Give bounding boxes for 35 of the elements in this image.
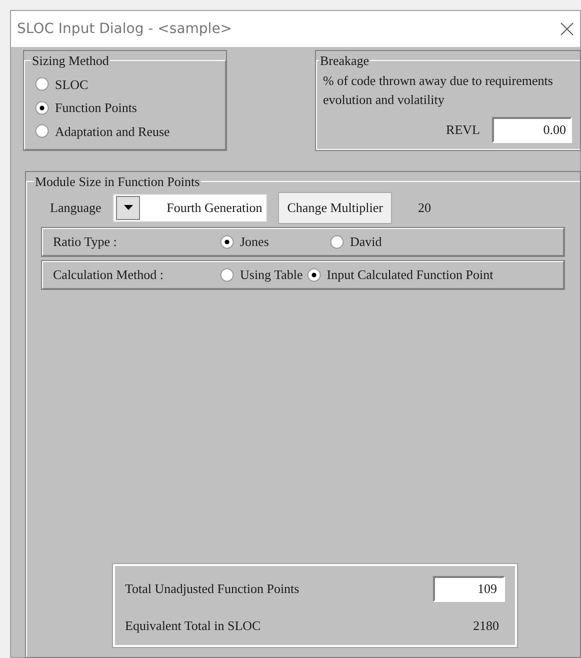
- radio-label[interactable]: Using Table: [240, 264, 303, 284]
- radio-label[interactable]: Adaptation and Reuse: [55, 122, 170, 141]
- radio-button[interactable]: [220, 268, 234, 282]
- radio-button[interactable]: [35, 124, 49, 138]
- radio-label[interactable]: SLOC: [55, 74, 88, 94]
- radio-label[interactable]: Function Points: [55, 98, 137, 118]
- dropdown-value: Fourth Generation: [166, 198, 264, 217]
- radio-button[interactable]: [35, 100, 49, 115]
- field-label: Language: [50, 198, 102, 217]
- row-label: Ratio Type :: [53, 232, 118, 251]
- multiplier-value: 20: [418, 198, 431, 217]
- description-text: % of code thrown away due to requirements evolution and volatility: [323, 72, 554, 108]
- group-title: Sizing Method: [31, 52, 110, 70]
- radio-button[interactable]: [35, 77, 49, 92]
- field-label: REVL: [446, 120, 480, 139]
- field-label: Equivalent Total in SLOC: [125, 616, 261, 635]
- group-title: Module Size in Function Points: [34, 173, 201, 191]
- group-title: Breakage: [319, 52, 370, 70]
- radio-label[interactable]: Jones: [240, 232, 269, 252]
- window-title: SLOC Input Dialog - <sample>: [17, 20, 232, 38]
- caret-icon: [124, 205, 133, 210]
- radio-label[interactable]: Input Calculated Function Point: [326, 264, 494, 284]
- language-dropdown[interactable]: Fourth Generation: [113, 194, 268, 222]
- change-multiplier-button[interactable]: Change Multiplier: [278, 192, 392, 224]
- close-icon[interactable]: [560, 22, 574, 36]
- equivalent-value: 2180: [473, 616, 499, 635]
- row-label: Calculation Method :: [53, 266, 164, 284]
- radio-button[interactable]: [306, 268, 321, 282]
- radio-label[interactable]: David: [350, 232, 382, 252]
- radio-button[interactable]: [330, 234, 344, 248]
- dropdown-button[interactable]: [116, 196, 140, 220]
- radio-button[interactable]: [220, 234, 234, 248]
- input-field[interactable]: 109: [433, 576, 505, 602]
- input-field[interactable]: 0.00: [492, 116, 572, 142]
- field-label: Total Unadjusted Function Points: [125, 580, 300, 598]
